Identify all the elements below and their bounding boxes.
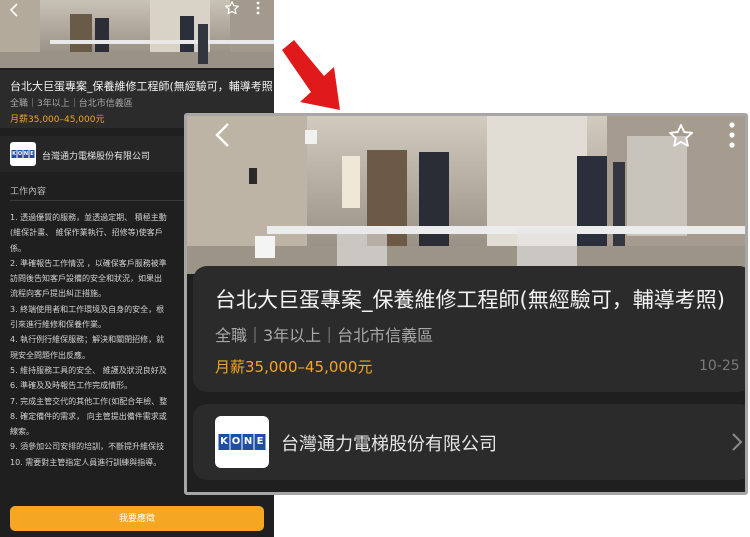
logo-letter: N — [242, 434, 254, 450]
logo-letter: N — [23, 150, 29, 158]
zoomed-panel: 台北大巨蛋專案_保養維修工程師(無經驗可，輔導考照) 全職｜3年以上｜台北市信義… — [184, 113, 748, 495]
job-post-date: 10-25 — [699, 358, 740, 374]
hero-photo — [187, 116, 745, 274]
company-card[interactable]: K O N E 台灣通力電梯股份有限公司 — [193, 404, 745, 480]
star-icon[interactable] — [667, 122, 695, 150]
back-chevron-icon[interactable] — [8, 2, 22, 17]
job-salary: 月薪35,000–45,000元 — [10, 115, 105, 125]
job-title: 台北大巨蛋專案_保養維修工程師(無經驗可，輔導考照) — [215, 288, 725, 312]
job-meta: 全職｜3年以上｜台北市信義區 — [215, 326, 434, 345]
back-chevron-icon[interactable] — [211, 122, 237, 148]
company-name: 台灣通力電梯股份有限公司 — [42, 152, 151, 162]
more-vertical-icon[interactable] — [254, 0, 262, 16]
job-meta: 全職｜3年以上｜台北市信義區 — [10, 99, 133, 109]
logo-letter: K — [11, 150, 17, 158]
company-name: 台灣通力電梯股份有限公司 — [281, 434, 497, 455]
logo-letter: E — [254, 434, 266, 450]
kone-logo: K O N E — [215, 416, 269, 468]
more-vertical-icon[interactable] — [725, 120, 739, 150]
red-arrow-icon — [278, 40, 344, 112]
job-salary: 月薪35,000–45,000元 — [215, 358, 373, 376]
star-icon[interactable] — [224, 0, 240, 16]
logo-letter: O — [230, 434, 242, 450]
apply-button[interactable]: 我要應徵 — [10, 506, 264, 531]
section-title-job-content: 工作內容 — [10, 187, 47, 197]
logo-letter: O — [17, 150, 23, 158]
logo-letter: E — [29, 150, 35, 158]
chevron-right-icon[interactable] — [731, 432, 743, 452]
logo-letter: K — [218, 434, 230, 450]
job-title: 台北大巨蛋專案_保養維修工程師(無經驗可，輔導考照) — [10, 80, 272, 93]
job-summary-card: 台北大巨蛋專案_保養維修工程師(無經驗可，輔導考照) 全職｜3年以上｜台北市信義… — [193, 266, 745, 392]
kone-logo: K O N E — [10, 142, 36, 166]
